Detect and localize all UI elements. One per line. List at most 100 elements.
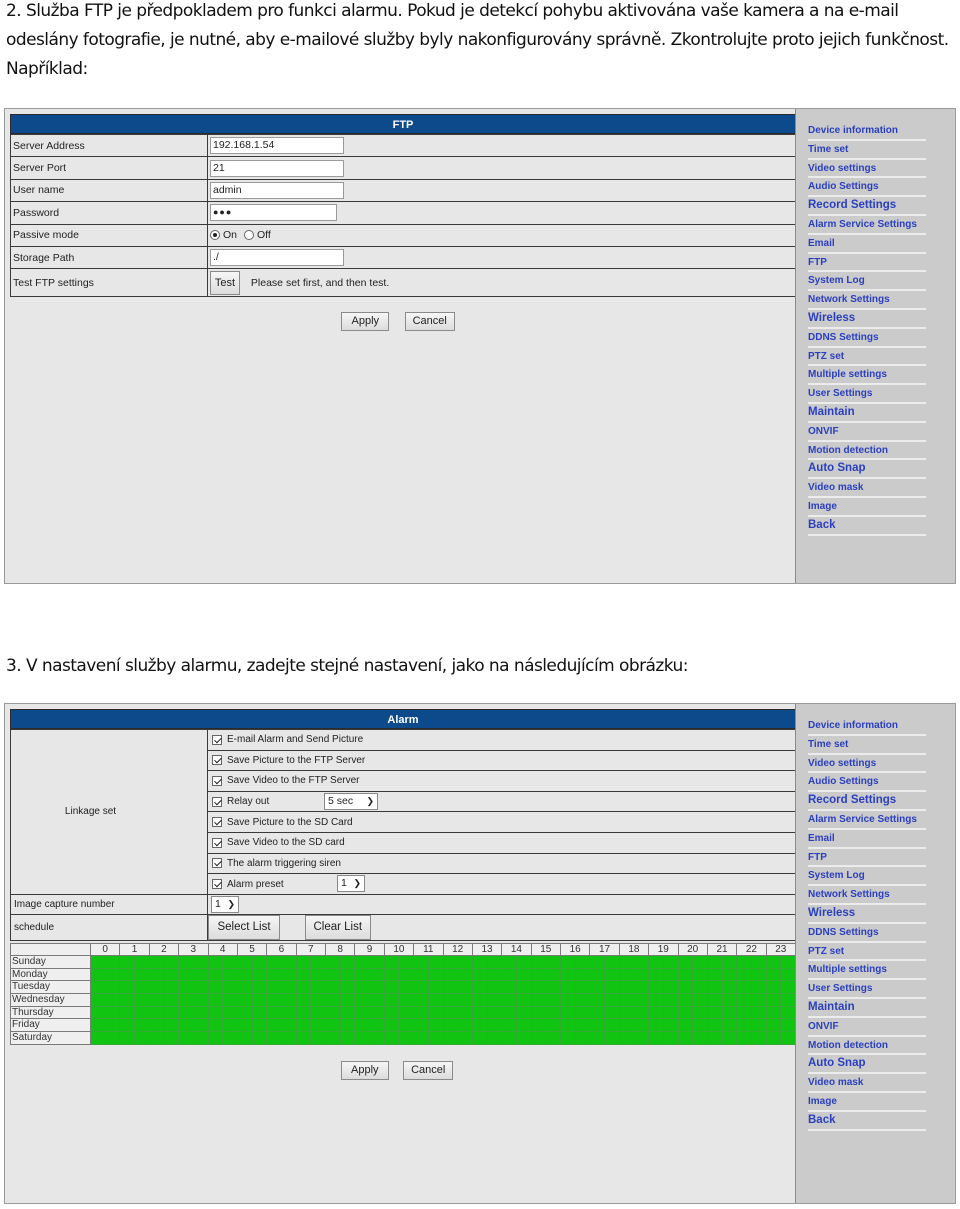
sidebar-item-email[interactable]: Email (808, 830, 926, 849)
schedule-slot[interactable] (472, 1032, 488, 1045)
schedule-slot[interactable] (516, 1019, 532, 1033)
schedule-slot[interactable] (193, 1006, 209, 1020)
schedule-slot[interactable] (546, 968, 561, 982)
schedule-slot[interactable] (208, 1019, 224, 1033)
schedule-slot[interactable] (414, 994, 429, 1007)
schedule-slot[interactable] (649, 1006, 664, 1020)
user-name-input[interactable]: admin (210, 181, 344, 199)
alarm-cancel-button[interactable]: Cancel (403, 1061, 454, 1080)
schedule-slot[interactable] (590, 956, 606, 969)
schedule-slot[interactable] (458, 968, 473, 982)
sidebar-item-back[interactable]: Back (808, 517, 926, 536)
schedule-slot[interactable] (590, 1019, 606, 1033)
schedule-slot[interactable] (193, 1032, 209, 1045)
schedule-slot[interactable] (208, 1006, 224, 1020)
schedule-slot[interactable] (326, 994, 341, 1007)
schedule-slot[interactable] (751, 968, 767, 982)
sidebar-item-ftp[interactable]: FTP (808, 849, 926, 868)
schedule-slot[interactable] (766, 994, 782, 1007)
schedule-slot[interactable] (252, 1019, 268, 1033)
schedule-slot[interactable] (179, 994, 194, 1007)
schedule-slot[interactable] (296, 1006, 312, 1020)
schedule-slot[interactable] (399, 981, 415, 995)
schedule-slot[interactable] (384, 968, 400, 982)
schedule-slot[interactable] (340, 994, 356, 1007)
schedule-slot[interactable] (693, 981, 708, 995)
sidebar-item-back[interactable]: Back (808, 1112, 926, 1131)
schedule-slot[interactable] (179, 1006, 194, 1020)
schedule-slot[interactable] (546, 956, 561, 969)
schedule-slot[interactable] (781, 1019, 796, 1033)
schedule-slot[interactable] (326, 1032, 341, 1045)
schedule-slot[interactable] (487, 968, 503, 982)
schedule-slot[interactable] (516, 956, 532, 969)
schedule-slot[interactable] (105, 1032, 121, 1045)
sidebar-item-maintain[interactable]: Maintain (808, 999, 926, 1018)
schedule-slot[interactable] (296, 968, 312, 982)
schedule-slot[interactable] (296, 994, 312, 1007)
schedule-slot[interactable] (135, 981, 150, 995)
schedule-slot[interactable] (531, 956, 547, 969)
schedule-slot[interactable] (164, 1032, 180, 1045)
schedule-slot[interactable] (399, 956, 415, 969)
schedule-slot[interactable] (179, 981, 194, 995)
schedule-slot[interactable] (120, 981, 136, 995)
schedule-slot[interactable] (428, 1032, 444, 1045)
schedule-slot[interactable] (619, 1019, 635, 1033)
schedule-slot[interactable] (252, 1006, 268, 1020)
passive-off-radio[interactable] (243, 230, 254, 241)
schedule-slot[interactable] (531, 981, 547, 995)
schedule-slot[interactable] (531, 1032, 547, 1045)
schedule-slot[interactable] (399, 968, 415, 982)
schedule-slot[interactable] (722, 956, 738, 969)
schedule-slot[interactable] (472, 1006, 488, 1020)
sidebar-item-device-information[interactable]: Device information (808, 717, 926, 736)
sidebar-item-user-settings[interactable]: User Settings (808, 980, 926, 999)
schedule-slot[interactable] (487, 1006, 503, 1020)
sidebar-item-user-settings[interactable]: User Settings (808, 385, 926, 404)
sidebar-item-alarm-service-settings[interactable]: Alarm Service Settings (808, 811, 926, 830)
schedule-slot[interactable] (311, 1032, 326, 1045)
schedule-slot[interactable] (223, 956, 238, 969)
schedule-slot[interactable] (281, 994, 297, 1007)
schedule-slot[interactable] (237, 1019, 253, 1033)
schedule-slot[interactable] (751, 994, 767, 1007)
schedule-slot[interactable] (663, 1019, 679, 1033)
schedule-slot[interactable] (326, 956, 341, 969)
schedule-slot[interactable] (619, 1032, 635, 1045)
schedule-slot[interactable] (296, 956, 312, 969)
schedule-slot[interactable] (751, 981, 767, 995)
alarm-preset-select[interactable]: 1 ❯ (337, 875, 365, 893)
schedule-slot[interactable] (340, 956, 356, 969)
sidebar-item-motion-detection[interactable]: Motion detection (808, 1037, 926, 1056)
schedule-slot[interactable] (428, 981, 444, 995)
schedule-slot[interactable] (443, 956, 459, 969)
schedule-slot[interactable] (326, 968, 341, 982)
schedule-slot[interactable] (751, 1006, 767, 1020)
schedule-slot[interactable] (605, 981, 620, 995)
schedule-slot[interactable] (722, 1019, 738, 1033)
schedule-slot[interactable] (120, 956, 136, 969)
schedule-slot[interactable] (370, 1019, 385, 1033)
schedule-slot[interactable] (399, 994, 415, 1007)
schedule-slot[interactable] (663, 981, 679, 995)
schedule-slot[interactable] (281, 1032, 297, 1045)
schedule-slot[interactable] (179, 956, 194, 969)
sidebar-item-time-set[interactable]: Time set (808, 736, 926, 755)
schedule-slot[interactable] (722, 1006, 738, 1020)
schedule-slot[interactable] (781, 968, 796, 982)
schedule-slot[interactable] (149, 1019, 165, 1033)
schedule-slot[interactable] (649, 1032, 664, 1045)
schedule-slot[interactable] (149, 981, 165, 995)
sidebar-item-image[interactable]: Image (808, 498, 926, 517)
schedule-slot[interactable] (443, 1032, 459, 1045)
schedule-slot[interactable] (414, 1006, 429, 1020)
sidebar-item-multiple-settings[interactable]: Multiple settings (808, 366, 926, 386)
schedule-slot[interactable] (149, 1006, 165, 1020)
schedule-slot[interactable] (164, 968, 180, 982)
schedule-slot[interactable] (605, 956, 620, 969)
schedule-slot[interactable] (546, 1006, 561, 1020)
sidebar-item-image[interactable]: Image (808, 1093, 926, 1112)
ftp-video-checkbox[interactable] (212, 775, 222, 786)
sidebar-item-onvif[interactable]: ONVIF (808, 1018, 926, 1037)
